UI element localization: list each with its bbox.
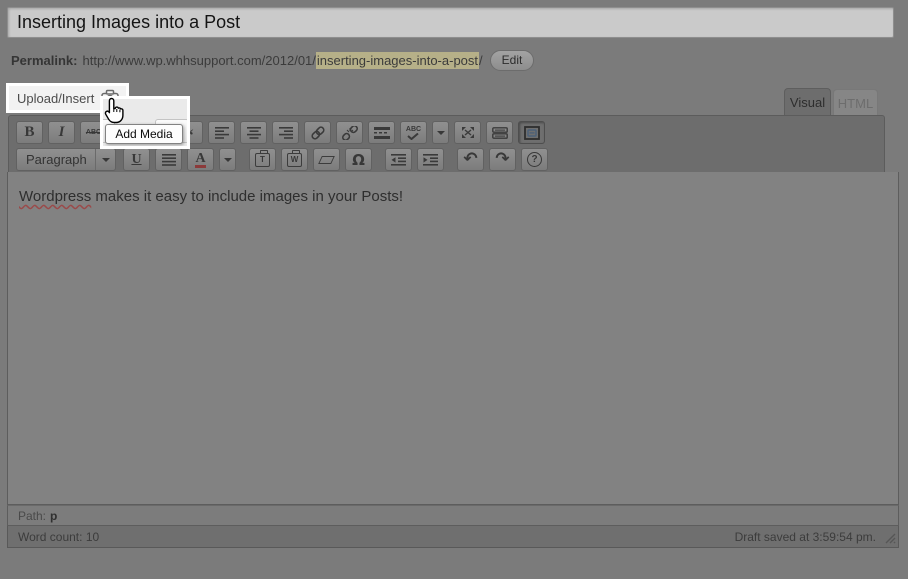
text-color-button[interactable]: A (187, 148, 214, 171)
edit-permalink-button[interactable]: Edit (490, 50, 535, 71)
question-mark-icon: ? (527, 152, 542, 167)
permalink-row: Permalink: http://www.wp.whhsupport.com/… (11, 50, 534, 71)
clipboard-word-icon: W (287, 153, 302, 167)
clipboard-text-icon: T (255, 153, 270, 167)
spellcheck-dropdown[interactable] (432, 121, 449, 144)
indent-button[interactable] (417, 148, 444, 171)
redo-button[interactable]: ↷ (489, 148, 516, 171)
paste-from-word-button[interactable]: W (281, 148, 308, 171)
align-justify-button[interactable] (155, 148, 182, 171)
more-tag-icon (374, 127, 390, 139)
italic-button[interactable]: I (48, 121, 75, 144)
unlink-button[interactable] (336, 121, 363, 144)
align-right-button[interactable] (272, 121, 299, 144)
insert-link-button[interactable] (304, 121, 331, 144)
align-left-button[interactable] (208, 121, 235, 144)
permalink-url: http://www.wp.whhsupport.com/2012/01/ (82, 53, 315, 68)
remove-formatting-button[interactable] (313, 148, 340, 171)
word-count: Word count: 10 (18, 530, 99, 544)
undo-button[interactable]: ↶ (457, 148, 484, 171)
checkmark-icon (407, 133, 419, 140)
path-bar: Path: p (7, 505, 899, 526)
toolbar-row-2: Paragraph U A T W Ω ↶ ↷ (16, 146, 884, 173)
outdent-icon (391, 154, 406, 166)
align-justify-icon (162, 154, 176, 166)
align-left-icon (215, 127, 229, 139)
align-center-icon (247, 127, 261, 139)
keyboard-icon (492, 127, 508, 139)
help-button[interactable]: ? (521, 148, 548, 171)
upload-insert-label: Upload/Insert (17, 91, 94, 106)
fullscreen-icon (461, 126, 475, 139)
align-center-button[interactable] (240, 121, 267, 144)
editor-content-area[interactable]: Wordpress makes it easy to include image… (7, 172, 899, 505)
kitchen-sink-button[interactable] (486, 121, 513, 144)
chevron-down-icon (224, 158, 232, 162)
chevron-down-icon (437, 131, 445, 135)
add-media-tooltip: Add Media (105, 124, 183, 144)
underline-button[interactable]: U (123, 148, 150, 171)
indent-icon (423, 154, 438, 166)
link-icon (310, 126, 326, 140)
path-value: p (50, 509, 57, 523)
resize-grip-icon[interactable] (882, 530, 896, 544)
post-body-text: Wordpress makes it easy to include image… (8, 172, 898, 221)
permalink-label: Permalink: (11, 53, 77, 68)
fullscreen-button[interactable] (454, 121, 481, 144)
text-color-dropdown[interactable] (219, 148, 236, 171)
spellcheck-button[interactable]: ABC (400, 121, 427, 144)
misspelled-word: Wordpress (19, 188, 91, 205)
align-right-icon (279, 127, 293, 139)
kitchen-sink-active-button[interactable] (518, 121, 545, 144)
post-title-input[interactable] (7, 7, 894, 38)
eraser-icon (318, 156, 335, 164)
permalink-slug: inserting-images-into-a-post (316, 52, 479, 69)
special-character-button[interactable]: Ω (345, 148, 372, 171)
draft-saved-text: Draft saved at 3:59:54 pm. (735, 530, 876, 544)
permalink-suffix: / (479, 53, 483, 68)
paragraph-style-dropdown[interactable]: Paragraph (16, 148, 116, 171)
sentence-rest: makes it easy to include images in your … (91, 188, 403, 205)
wordpress-post-editor: Permalink: http://www.wp.whhsupport.com/… (0, 0, 908, 579)
outdent-button[interactable] (385, 148, 412, 171)
status-bar: Word count: 10 Draft saved at 3:59:54 pm… (7, 526, 899, 548)
keyboard-active-icon (524, 126, 540, 140)
more-tag-button[interactable] (368, 121, 395, 144)
bold-button[interactable]: B (16, 121, 43, 144)
unlink-icon (342, 126, 358, 140)
tab-html[interactable]: HTML (833, 89, 878, 116)
chevron-down-icon (102, 158, 110, 162)
path-label: Path: (18, 509, 46, 523)
tab-visual[interactable]: Visual (784, 88, 831, 115)
paste-as-text-button[interactable]: T (249, 148, 276, 171)
hand-cursor-icon (103, 97, 127, 125)
